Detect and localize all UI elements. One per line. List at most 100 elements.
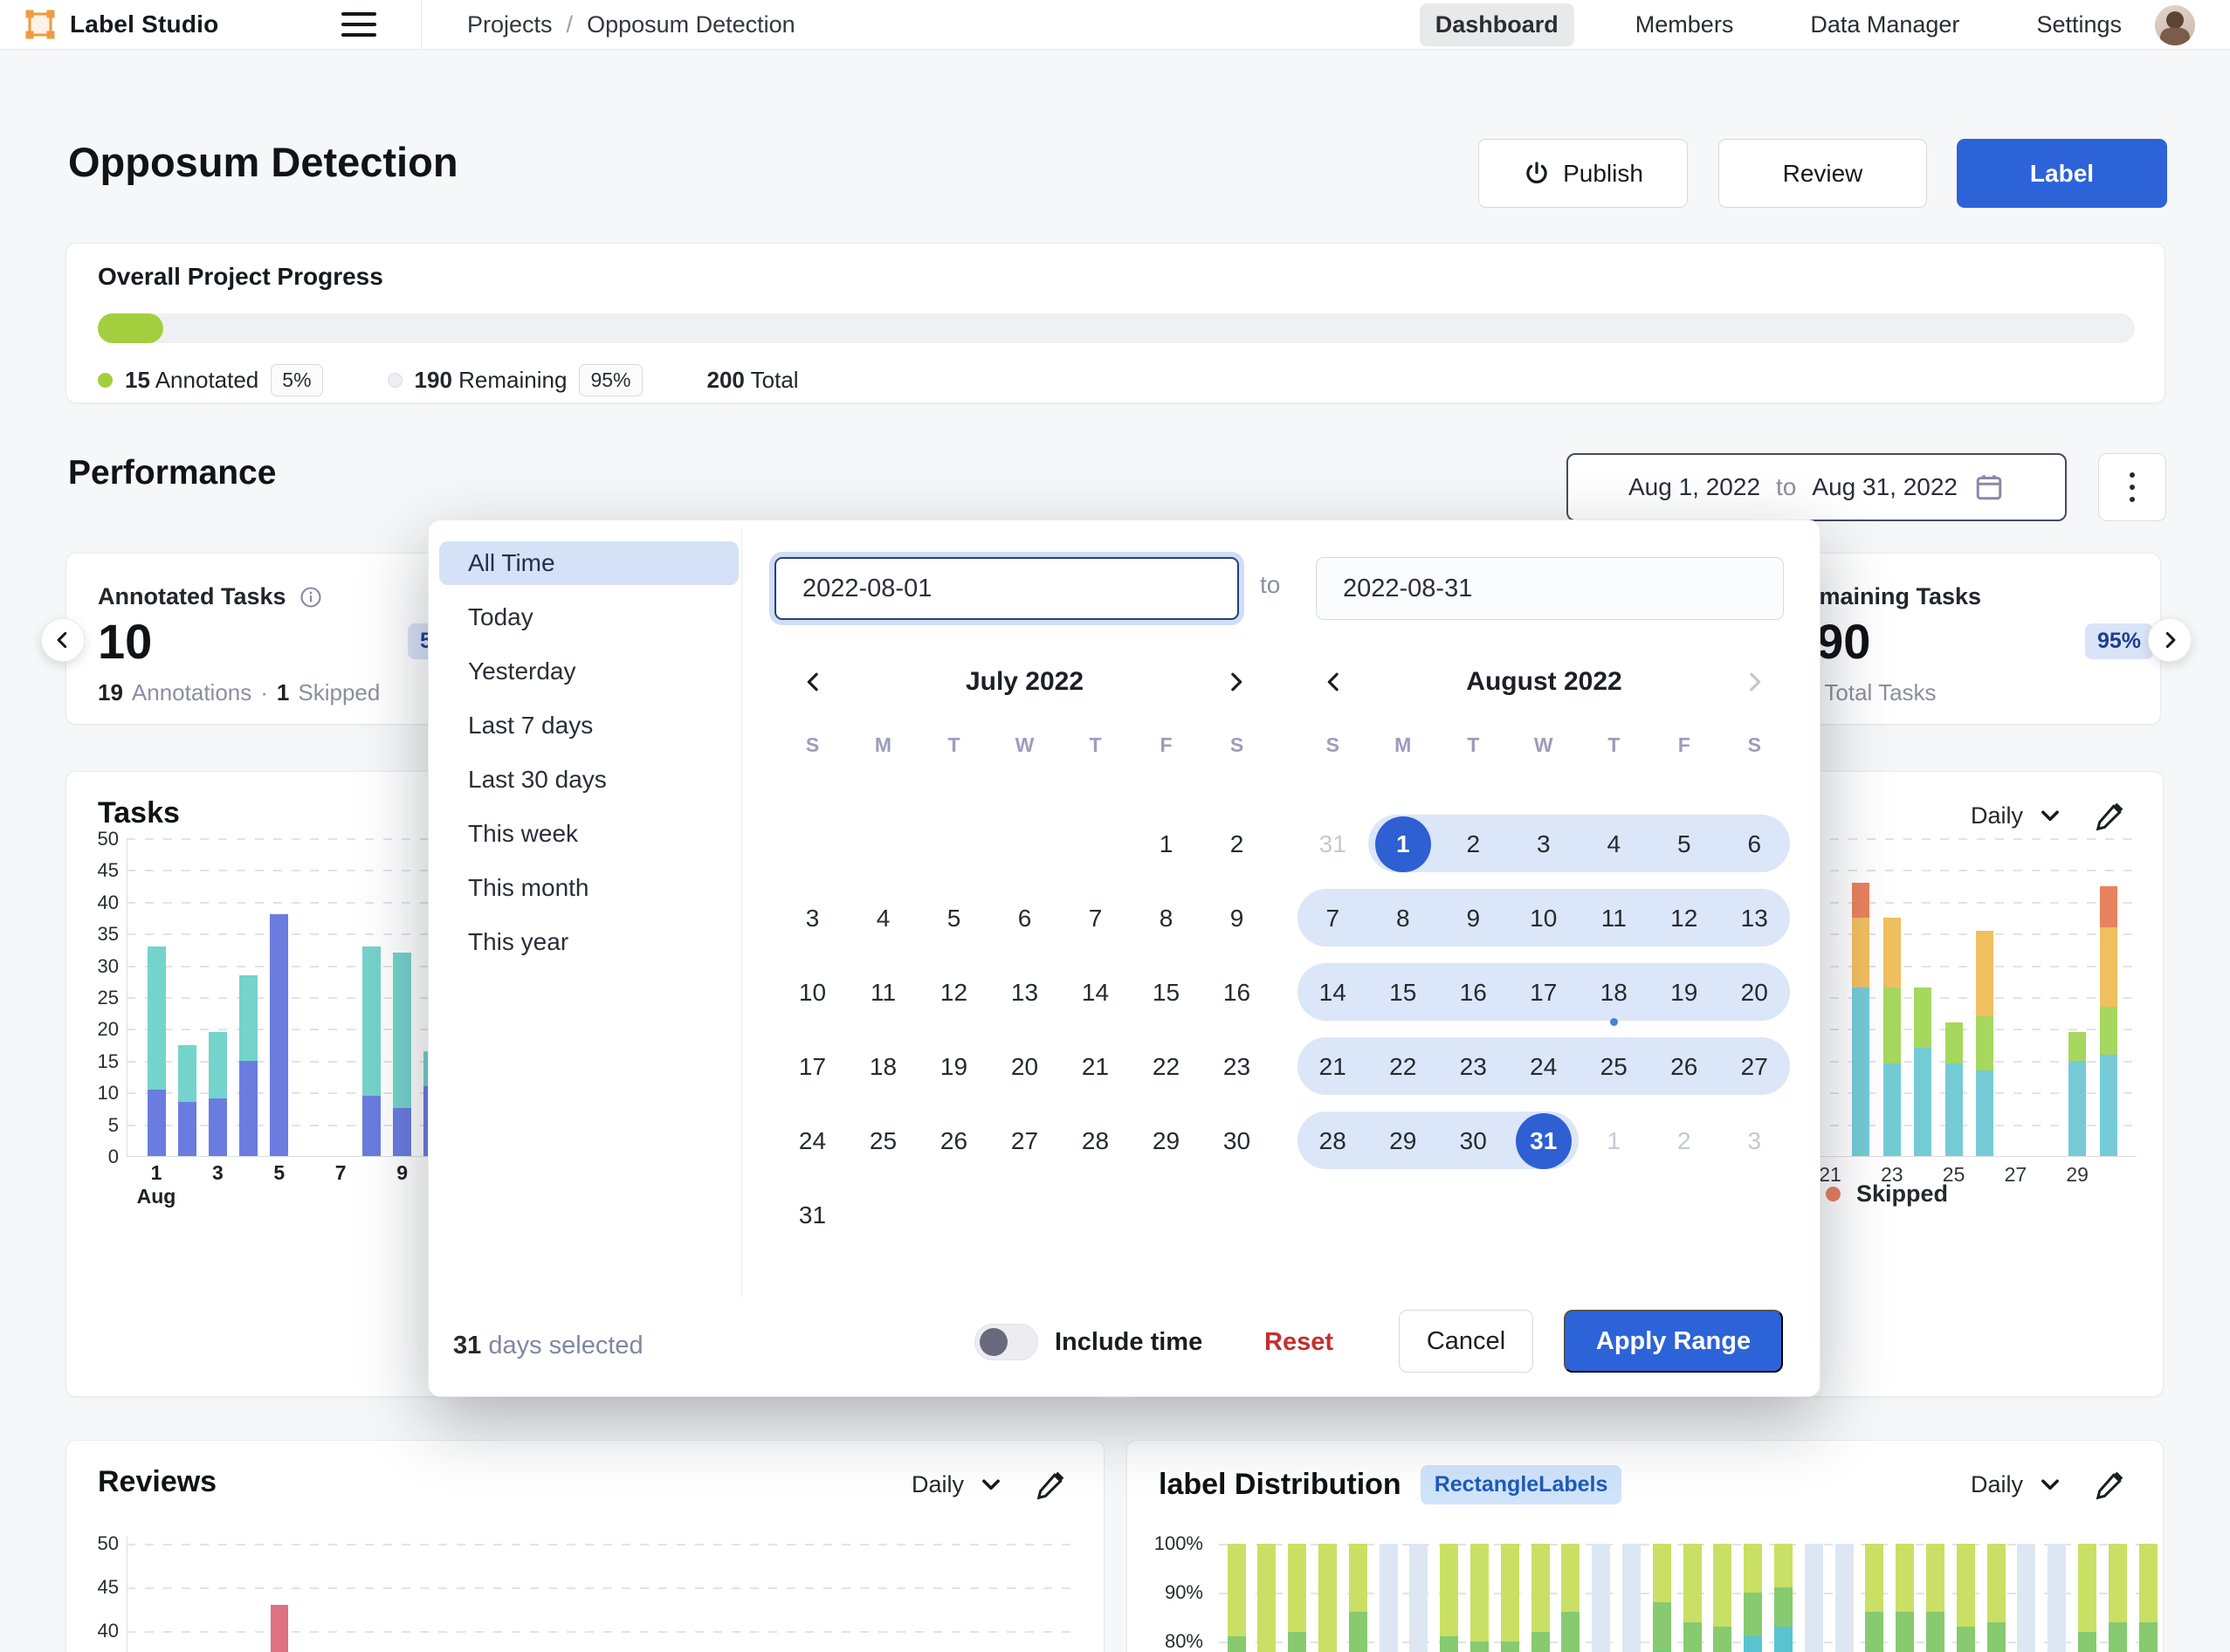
- calendar-day-9[interactable]: 9: [1438, 881, 1509, 955]
- calendar-day-5[interactable]: 5: [1649, 807, 1720, 881]
- calendar-day-22[interactable]: 22: [1368, 1029, 1439, 1104]
- preset-yesterday[interactable]: Yesterday: [439, 650, 739, 693]
- calendar-day-22[interactable]: 22: [1131, 1029, 1201, 1104]
- calendar-next-month-button[interactable]: [1737, 664, 1772, 699]
- calendar-day-25[interactable]: 25: [848, 1104, 919, 1178]
- calendar-day-12[interactable]: 12: [919, 955, 989, 1029]
- calendar-day-3[interactable]: 3: [1719, 1104, 1790, 1178]
- cancel-button[interactable]: Cancel: [1399, 1310, 1533, 1373]
- end-date-input[interactable]: 2022-08-31: [1316, 557, 1784, 620]
- calendar-next-month-button[interactable]: [1218, 664, 1253, 699]
- calendar-day-28[interactable]: 28: [1297, 1104, 1368, 1178]
- calendar-day-18[interactable]: 18: [1579, 955, 1649, 1029]
- calendar-day-24[interactable]: 24: [777, 1104, 848, 1178]
- calendar-day-4[interactable]: 4: [848, 881, 919, 955]
- calendar-day-16[interactable]: 16: [1438, 955, 1509, 1029]
- info-icon[interactable]: [299, 585, 323, 609]
- calendar-day-10[interactable]: 10: [777, 955, 848, 1029]
- calendar-day-15[interactable]: 15: [1131, 955, 1201, 1029]
- preset-all-time[interactable]: All Time: [439, 541, 739, 585]
- calendar-day-30[interactable]: 30: [1201, 1104, 1272, 1178]
- include-time-toggle[interactable]: [974, 1324, 1038, 1360]
- preset-today[interactable]: Today: [439, 595, 739, 639]
- reviews-period-select[interactable]: Daily: [912, 1471, 1004, 1498]
- publish-button[interactable]: Publish: [1478, 139, 1688, 208]
- calendar-day-11[interactable]: 11: [848, 955, 919, 1029]
- hamburger-menu-icon[interactable]: [341, 12, 376, 37]
- calendar-day-8[interactable]: 8: [1131, 881, 1201, 955]
- calendar-day-25[interactable]: 25: [1579, 1029, 1649, 1104]
- edit-chart-icon[interactable]: [1036, 1469, 1067, 1500]
- calendar-day-1[interactable]: 1: [1368, 807, 1439, 881]
- calendar-day-10[interactable]: 10: [1509, 881, 1580, 955]
- calendar-day-14[interactable]: 14: [1060, 955, 1131, 1029]
- calendar-day-26[interactable]: 26: [919, 1104, 989, 1178]
- calendar-day-3[interactable]: 3: [777, 881, 848, 955]
- preset-last-7-days[interactable]: Last 7 days: [439, 704, 739, 747]
- calendar-day-19[interactable]: 19: [1649, 955, 1720, 1029]
- calendar-day-14[interactable]: 14: [1297, 955, 1368, 1029]
- calendar-day-2[interactable]: 2: [1438, 807, 1509, 881]
- calendar-day-17[interactable]: 17: [1509, 955, 1580, 1029]
- edit-chart-icon[interactable]: [2095, 800, 2126, 831]
- nav-item-members[interactable]: Members: [1620, 3, 1750, 46]
- more-options-button[interactable]: [2098, 453, 2166, 521]
- calendar-day-11[interactable]: 11: [1579, 881, 1649, 955]
- user-avatar[interactable]: [2155, 5, 2195, 45]
- calendar-day-20[interactable]: 20: [989, 1029, 1060, 1104]
- calendar-day-26[interactable]: 26: [1649, 1029, 1720, 1104]
- edit-chart-icon[interactable]: [2095, 1469, 2126, 1500]
- calendar-day-12[interactable]: 12: [1649, 881, 1720, 955]
- calendar-day-3[interactable]: 3: [1509, 807, 1580, 881]
- nav-item-data-manager[interactable]: Data Manager: [1794, 3, 1975, 46]
- calendar-day-4[interactable]: 4: [1579, 807, 1649, 881]
- calendar-day-2[interactable]: 2: [1649, 1104, 1720, 1178]
- carousel-prev-button[interactable]: [41, 618, 85, 662]
- calendar-day-27[interactable]: 27: [1719, 1029, 1790, 1104]
- calendar-day-17[interactable]: 17: [777, 1029, 848, 1104]
- calendar-prev-month-button[interactable]: [1317, 664, 1352, 699]
- calendar-day-23[interactable]: 23: [1201, 1029, 1272, 1104]
- carousel-next-button[interactable]: [2148, 618, 2192, 662]
- calendar-day-1[interactable]: 1: [1579, 1104, 1649, 1178]
- calendar-day-13[interactable]: 13: [989, 955, 1060, 1029]
- calendar-day-6[interactable]: 6: [989, 881, 1060, 955]
- calendar-day-13[interactable]: 13: [1719, 881, 1790, 955]
- reset-button[interactable]: Reset: [1264, 1328, 1333, 1357]
- distribution-period-select[interactable]: Daily: [1971, 1471, 2063, 1498]
- label-button[interactable]: Label: [1957, 139, 2167, 208]
- start-date-input[interactable]: 2022-08-01: [774, 557, 1239, 620]
- calendar-day-19[interactable]: 19: [919, 1029, 989, 1104]
- calendar-day-9[interactable]: 9: [1201, 881, 1272, 955]
- calendar-day-27[interactable]: 27: [989, 1104, 1060, 1178]
- calendar-day-31[interactable]: 31: [1509, 1104, 1580, 1178]
- preset-last-30-days[interactable]: Last 30 days: [439, 758, 739, 802]
- calendar-day-23[interactable]: 23: [1438, 1029, 1509, 1104]
- calendar-day-24[interactable]: 24: [1509, 1029, 1580, 1104]
- nav-item-dashboard[interactable]: Dashboard: [1420, 3, 1574, 46]
- calendar-day-1[interactable]: 1: [1131, 807, 1201, 881]
- calendar-day-31[interactable]: 31: [777, 1178, 848, 1252]
- calendar-day-30[interactable]: 30: [1438, 1104, 1509, 1178]
- nav-item-settings[interactable]: Settings: [2020, 3, 2137, 46]
- calendar-day-29[interactable]: 29: [1368, 1104, 1439, 1178]
- review-button[interactable]: Review: [1718, 139, 1927, 208]
- calendar-day-5[interactable]: 5: [919, 881, 989, 955]
- calendar-day-29[interactable]: 29: [1131, 1104, 1201, 1178]
- calendar-prev-month-button[interactable]: [796, 664, 831, 699]
- preset-this-month[interactable]: This month: [439, 866, 739, 910]
- annotations-period-select[interactable]: Daily: [1971, 802, 2063, 829]
- date-range-button[interactable]: Aug 1, 2022 to Aug 31, 2022: [1566, 453, 2067, 521]
- calendar-day-8[interactable]: 8: [1368, 881, 1439, 955]
- calendar-day-21[interactable]: 21: [1060, 1029, 1131, 1104]
- calendar-day-31[interactable]: 31: [1297, 807, 1368, 881]
- calendar-day-7[interactable]: 7: [1060, 881, 1131, 955]
- calendar-day-2[interactable]: 2: [1201, 807, 1272, 881]
- brand[interactable]: Label Studio: [24, 0, 218, 49]
- breadcrumb-projects[interactable]: Projects: [467, 11, 553, 38]
- calendar-day-6[interactable]: 6: [1719, 807, 1790, 881]
- calendar-day-28[interactable]: 28: [1060, 1104, 1131, 1178]
- calendar-day-7[interactable]: 7: [1297, 881, 1368, 955]
- calendar-day-20[interactable]: 20: [1719, 955, 1790, 1029]
- preset-this-week[interactable]: This week: [439, 812, 739, 856]
